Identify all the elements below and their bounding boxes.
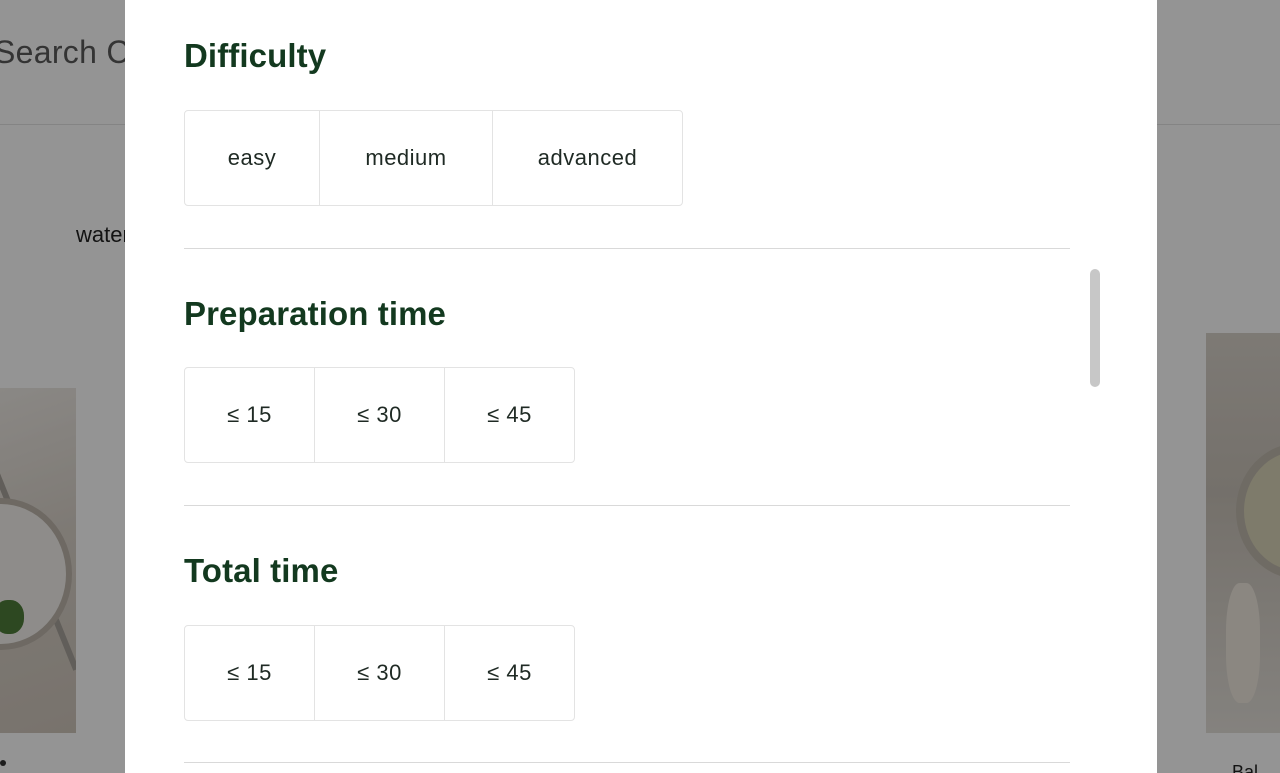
total-time-title: Total time [184, 552, 339, 589]
preparation-time-title: Preparation time [184, 295, 447, 332]
filter-modal: Difficulty easy medium advanced Preparat… [125, 0, 1157, 773]
difficulty-option-easy[interactable]: easy [185, 111, 319, 205]
difficulty-options: easy medium advanced [184, 110, 683, 206]
preparation-time-option-30[interactable]: ≤ 30 [314, 368, 444, 462]
preparation-time-options: ≤ 15 ≤ 30 ≤ 45 [184, 367, 575, 463]
difficulty-title: Difficulty [184, 37, 327, 74]
preparation-time-option-45[interactable]: ≤ 45 [444, 368, 574, 462]
total-time-option-15[interactable]: ≤ 15 [185, 626, 314, 720]
difficulty-section: Difficulty [184, 36, 1070, 76]
preparation-time-section: Preparation time [184, 294, 1070, 334]
total-time-option-45[interactable]: ≤ 45 [444, 626, 574, 720]
total-time-options: ≤ 15 ≤ 30 ≤ 45 [184, 625, 575, 721]
total-time-option-30[interactable]: ≤ 30 [314, 626, 444, 720]
preparation-time-option-15[interactable]: ≤ 15 [185, 368, 314, 462]
section-divider [184, 762, 1070, 763]
section-divider [184, 248, 1070, 249]
total-time-section: Total time [184, 551, 1070, 591]
difficulty-option-medium[interactable]: medium [319, 111, 492, 205]
difficulty-option-advanced[interactable]: advanced [492, 111, 682, 205]
modal-scrollbar-thumb[interactable] [1090, 269, 1100, 387]
section-divider [184, 505, 1070, 506]
